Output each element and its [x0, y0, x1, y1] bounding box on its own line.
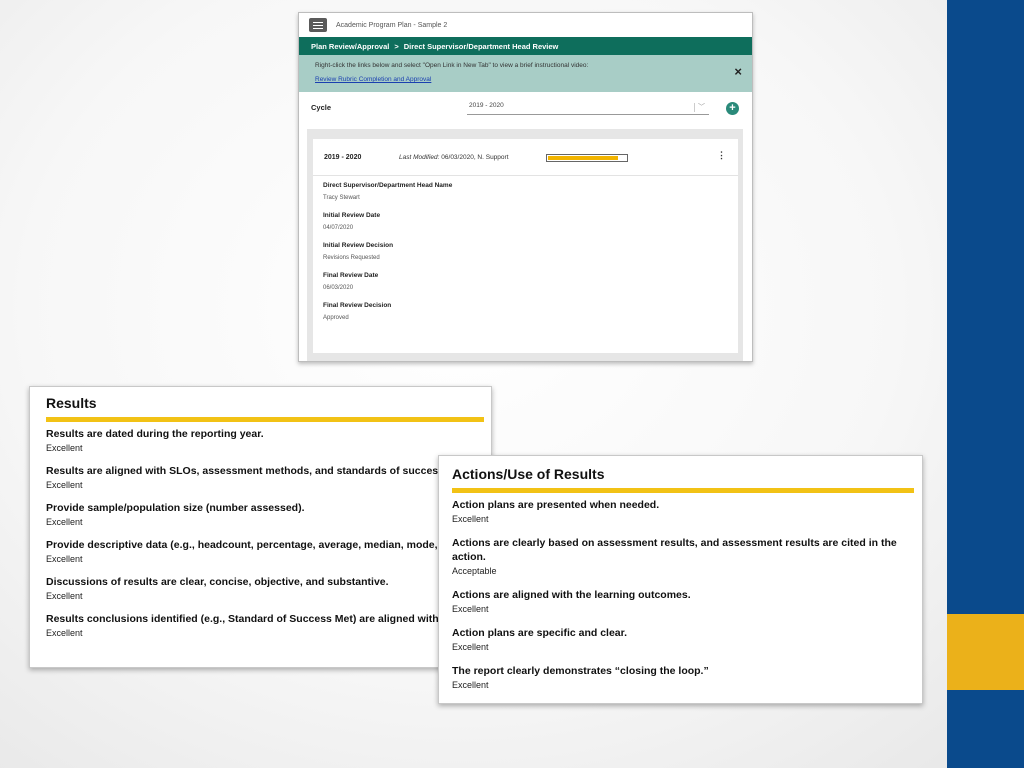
field-label: Initial Review Date [323, 212, 381, 219]
results-title: Results [46, 395, 97, 411]
field-value: Tracy Stewart [323, 195, 360, 201]
breadcrumb-supervisor-review: Direct Supervisor/Department Head Review [403, 41, 559, 51]
review-field: Final Review Decision Approved [323, 302, 738, 321]
rubric-rating: Acceptable [452, 566, 497, 576]
rubric-item: Provide sample/population size (number a… [46, 501, 491, 527]
rubric-item: Discussions of results are clear, concis… [46, 575, 491, 601]
rubric-item: Provide descriptive data (e.g., headcoun… [46, 538, 491, 564]
review-field: Initial Review Date 04/07/2020 [323, 212, 738, 231]
results-rubric: Results Results are dated during the rep… [29, 386, 492, 668]
side-accent-gold [947, 614, 1024, 690]
rubric-rating: Excellent [46, 628, 83, 638]
rubric-criterion: Results are dated during the reporting y… [46, 428, 264, 440]
rubric-rating: Excellent [452, 514, 489, 524]
rubric-rating: Excellent [46, 443, 83, 453]
gold-divider [46, 417, 484, 422]
rubric-item: Results conclusions identified (e.g., St… [46, 612, 491, 638]
rubric-criterion: Results are aligned with SLOs, assessmen… [46, 465, 447, 477]
field-label: Final Review Decision [323, 302, 392, 309]
rubric-criterion: The report clearly demonstrates “closing… [452, 665, 709, 677]
rubric-rating: Excellent [452, 642, 489, 652]
field-label: Initial Review Decision [323, 242, 394, 249]
rubric-criterion: Discussions of results are clear, concis… [46, 576, 389, 588]
review-card: 2019 - 2020 Last Modified: 06/03/2020, N… [313, 139, 738, 353]
cycle-panel: 2019 - 2020 Last Modified: 06/03/2020, N… [307, 129, 743, 361]
field-value: 04/07/2020 [323, 225, 354, 231]
breadcrumb: Plan Review/Approval > Direct Supervisor… [299, 37, 752, 55]
rubric-item: The report clearly demonstrates “closing… [452, 664, 922, 690]
last-modified-value: 06/03/2020, N. Support [441, 154, 509, 161]
last-modified: Last Modified: 06/03/2020, N. Support [399, 154, 509, 161]
cycle-label: Cycle [311, 103, 332, 112]
review-fields: Direct Supervisor/Department Head Name Tr… [313, 176, 738, 321]
rubric-criterion: Actions are aligned with the learning ou… [452, 589, 691, 601]
more-options-icon[interactable]: ⋮ [717, 151, 726, 160]
rubric-item: Actions are clearly based on assessment … [452, 536, 922, 576]
rubric-item: Results are aligned with SLOs, assessmen… [46, 464, 491, 490]
rubric-item: Action plans are presented when needed. E… [452, 498, 922, 524]
rubric-criterion: Provide sample/population size (number a… [46, 502, 305, 514]
rubric-rating: Excellent [46, 554, 83, 564]
cycle-select[interactable]: 2019 - 2020 ﹀ [467, 102, 709, 115]
rubric-item: Results are dated during the reporting y… [46, 427, 491, 453]
app-window: Academic Program Plan - Sample 2 Plan Re… [298, 12, 753, 362]
info-text: Right-click the links below and select "… [315, 62, 589, 69]
add-cycle-button[interactable]: + [726, 102, 739, 115]
progress-bar [546, 154, 628, 162]
cycle-select-value: 2019 - 2020 [469, 102, 504, 109]
cycle-row: Cycle 2019 - 2020 ﹀ + [299, 92, 752, 123]
rubric-criterion: Actions are clearly based on assessment … [452, 537, 897, 563]
rubric-criterion: Action plans are specific and clear. [452, 627, 628, 639]
close-icon[interactable]: × [734, 65, 742, 78]
rubric-item: Actions are aligned with the learning ou… [452, 588, 922, 614]
window-title: Academic Program Plan - Sample 2 [336, 21, 448, 29]
field-value: Approved [323, 315, 349, 321]
last-modified-label: Last Modified: [399, 154, 440, 161]
rubric-rating: Excellent [46, 517, 83, 527]
app-topbar: Academic Program Plan - Sample 2 [299, 13, 752, 37]
progress-bar-fill [548, 156, 619, 160]
rubric-rating: Excellent [46, 480, 83, 490]
card-year: 2019 - 2020 [324, 154, 362, 161]
rubric-item: Action plans are specific and clear. Exce… [452, 626, 922, 652]
rubric-rating: Excellent [46, 591, 83, 601]
review-field: Initial Review Decision Revisions Request… [323, 242, 738, 261]
actions-rubric: Actions/Use of Results Action plans are … [438, 455, 923, 704]
field-label: Direct Supervisor/Department Head Name [323, 182, 453, 189]
hamburger-menu-icon[interactable] [309, 18, 327, 32]
rubric-criterion: Results conclusions identified (e.g., St… [46, 613, 492, 625]
field-value: 06/03/2020 [323, 285, 354, 291]
review-card-header[interactable]: 2019 - 2020 Last Modified: 06/03/2020, N… [313, 139, 738, 176]
review-field: Direct Supervisor/Department Head Name Tr… [323, 182, 738, 201]
rubric-rating: Excellent [452, 680, 489, 690]
chevron-down-icon: ﹀ [698, 104, 705, 111]
results-items: Results are dated during the reporting y… [46, 427, 491, 638]
breadcrumb-plan-review[interactable]: Plan Review/Approval [311, 42, 389, 51]
field-label: Final Review Date [323, 272, 379, 279]
field-value: Revisions Requested [323, 255, 380, 261]
rubric-criterion: Provide descriptive data (e.g., headcoun… [46, 539, 465, 551]
rubric-rating: Excellent [452, 604, 489, 614]
rubric-criterion: Action plans are presented when needed. [452, 499, 660, 511]
actions-title: Actions/Use of Results [452, 466, 605, 482]
instructional-video-link[interactable]: Review Rubric Completion and Approval [315, 76, 752, 83]
info-banner: Right-click the links below and select "… [299, 55, 752, 92]
actions-items: Action plans are presented when needed. E… [452, 498, 922, 690]
review-field: Final Review Date 06/03/2020 [323, 272, 738, 291]
select-divider [694, 103, 695, 112]
breadcrumb-separator: > [394, 41, 399, 51]
gold-divider [452, 488, 914, 493]
